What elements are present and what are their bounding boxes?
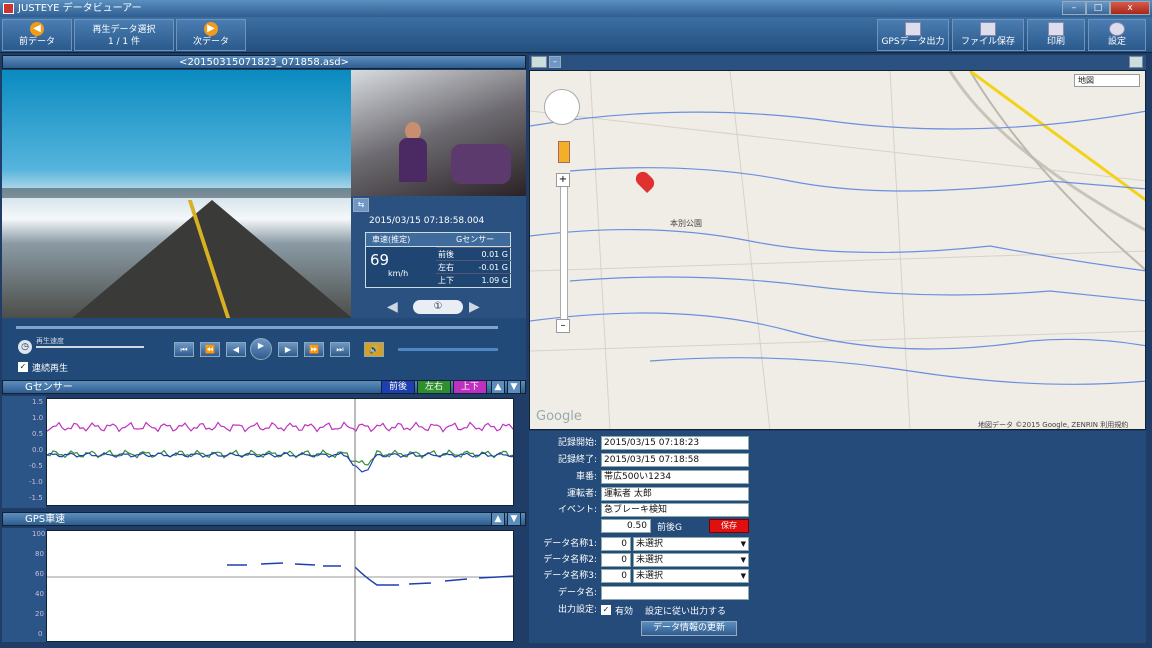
event-field[interactable]: 急ブレーキ検知 — [601, 503, 749, 517]
save-icon — [980, 22, 996, 36]
swap-view-button[interactable]: ⇆ — [353, 198, 369, 212]
gps-y-axis: 100 80 60 40 20 0 — [2, 528, 46, 642]
memo3-select[interactable]: 未選択 ▼ — [633, 569, 749, 583]
update-data-button[interactable]: データ情報の更新 — [641, 621, 737, 636]
g-row: 左右 -0.01 G — [436, 260, 512, 273]
maximize-button[interactable]: □ — [1086, 1, 1110, 15]
zoom-in-button[interactable]: + — [556, 173, 570, 187]
gps-graph — [46, 530, 514, 642]
legend-front-back[interactable]: 前後 — [381, 380, 415, 394]
speed-slider[interactable] — [36, 346, 144, 348]
speed-icon: ◷ — [18, 340, 32, 354]
output-checkbox[interactable]: ✓ — [601, 605, 611, 615]
info-panel: ⇆ 2015/03/15 07:18:58.004 車速(推定) Gセンサー 6… — [351, 196, 526, 322]
save-button[interactable]: 保存 — [709, 519, 749, 533]
zoom-slider[interactable] — [560, 175, 568, 325]
gear-icon — [1109, 22, 1125, 36]
gps-export-button[interactable]: GPSデータ出力 — [877, 19, 949, 51]
front-camera-view — [2, 70, 351, 318]
app-icon — [3, 3, 14, 14]
minimize-button[interactable]: – — [1062, 1, 1086, 15]
driver-field[interactable]: 運転者 太郎 — [601, 487, 749, 501]
arrow-right-icon: ▶ — [204, 22, 218, 36]
playback-controls: ◷ 再生速度 ⏮ ⏪ ◀ ▶ ▶ ⏩ ⏭ 🔊 ✓ 連続再生 — [2, 318, 526, 380]
graph-down-button[interactable]: ▼ — [507, 380, 521, 394]
memo3-count[interactable]: 0 — [601, 569, 631, 583]
stat-table: 車速(推定) Gセンサー 69 km/h 前後 0.01 G 左右 -0.01 … — [365, 232, 512, 288]
window-title: JUSTEYE データビューアー — [18, 3, 142, 14]
g-row: 上下 1.09 G — [436, 273, 512, 286]
memo1-select[interactable]: 未選択 ▼ — [633, 537, 749, 551]
zoom-out-button[interactable]: – — [556, 319, 570, 333]
memo2-count[interactable]: 0 — [601, 553, 631, 567]
threshold-field[interactable]: 0.50 — [601, 519, 651, 533]
close-button[interactable]: x — [1110, 1, 1150, 15]
legend-left-right[interactable]: 左右 — [417, 380, 451, 394]
title-bar: JUSTEYE データビューアー – □ x — [0, 0, 1152, 17]
step-back-button[interactable]: ◀ — [226, 342, 246, 357]
gsensor-header: Gセンサー 前後 左右 上下 ▲ ▼ — [2, 380, 526, 394]
map-view[interactable]: + – 本別公園 地図 Google 地図データ ©2015 Google, Z… — [529, 70, 1146, 430]
g-row: 前後 0.01 G — [436, 247, 512, 260]
gps-up-button[interactable]: ▲ — [491, 512, 505, 526]
prev-data-button[interactable]: ◀ 前データ — [2, 19, 72, 51]
record-end-field[interactable]: 2015/03/15 07:18:58 — [601, 453, 749, 467]
seek-bar[interactable] — [16, 326, 498, 329]
graph-up-button[interactable]: ▲ — [491, 380, 505, 394]
map-roads — [530, 71, 1145, 429]
prev-view-arrow-icon[interactable]: ◀ — [387, 300, 407, 314]
printer-icon — [1048, 22, 1064, 36]
map-minimize-icon[interactable]: – — [549, 56, 561, 68]
rewind-button[interactable]: ⏪ — [200, 342, 220, 357]
record-start-field[interactable]: 2015/03/15 07:18:23 — [601, 436, 749, 450]
map-expand-icon[interactable] — [1129, 56, 1143, 68]
settings-button[interactable]: 設定 — [1088, 19, 1146, 51]
gps-down-button[interactable]: ▼ — [507, 512, 521, 526]
step-forward-button[interactable]: ▶ — [278, 342, 298, 357]
vehicle-number-field[interactable]: 帯広500い1234 — [601, 470, 749, 484]
next-data-button[interactable]: ▶ 次データ — [176, 19, 246, 51]
video-filename: <20150315071823_071858.asd> — [2, 55, 526, 69]
print-button[interactable]: 印刷 — [1027, 19, 1085, 51]
data-name-field[interactable] — [601, 586, 749, 600]
map-toolbar: – — [529, 55, 1146, 70]
fast-forward-button[interactable]: ⏩ — [304, 342, 324, 357]
next-view-arrow-icon[interactable]: ▶ — [469, 300, 489, 314]
street-view-icon[interactable] — [558, 141, 570, 163]
driver — [399, 138, 427, 182]
gps-header: GPS車速 ▲ ▼ — [2, 512, 526, 526]
cabin-camera-view — [351, 70, 526, 196]
legend-up-down[interactable]: 上下 — [453, 380, 487, 394]
speed-value: 69 — [370, 251, 390, 269]
save-file-button[interactable]: ファイル保存 — [952, 19, 1024, 51]
data-count: 1 / 1 件 — [107, 37, 141, 47]
first-frame-button[interactable]: ⏮ — [174, 342, 194, 357]
google-logo: Google — [536, 409, 582, 424]
road — [72, 200, 351, 318]
last-frame-button[interactable]: ⏭ — [330, 342, 350, 357]
gsensor-graph — [46, 398, 514, 506]
map-pan-control[interactable] — [544, 89, 580, 125]
data-select-button[interactable]: 再生データ選択 1 / 1 件 — [74, 19, 174, 51]
data-info-form: 記録開始: 2015/03/15 07:18:23 記録終了: 2015/03/… — [529, 431, 1146, 643]
memo1-count[interactable]: 0 — [601, 537, 631, 551]
export-icon — [905, 22, 921, 36]
gsensor-y-axis: 1.5 1.0 0.5 0.0 -0.5 -1.0 -1.5 — [2, 396, 46, 508]
map-icon[interactable] — [531, 56, 547, 68]
volume-icon[interactable]: 🔊 — [364, 342, 384, 357]
loop-checkbox[interactable]: ✓ — [18, 362, 28, 372]
toolbar: ◀ 前データ 再生データ選択 1 / 1 件 ▶ 次データ GPSデータ出力 フ… — [0, 17, 1152, 53]
map-type-select[interactable]: 地図 — [1074, 74, 1140, 87]
volume-slider[interactable] — [398, 348, 498, 351]
video-datetime: 2015/03/15 07:18:58.004 — [369, 216, 485, 226]
speed-unit: km/h — [388, 269, 409, 278]
view-indicator[interactable]: ① — [413, 300, 463, 314]
play-button[interactable]: ▶ — [250, 338, 272, 360]
place-label: 本別公園 — [670, 219, 702, 228]
memo2-select[interactable]: 未選択 ▼ — [633, 553, 749, 567]
arrow-left-icon: ◀ — [30, 22, 44, 36]
map-attribution: 地図データ ©2015 Google, ZENRIN 利用規約 — [978, 421, 1129, 429]
